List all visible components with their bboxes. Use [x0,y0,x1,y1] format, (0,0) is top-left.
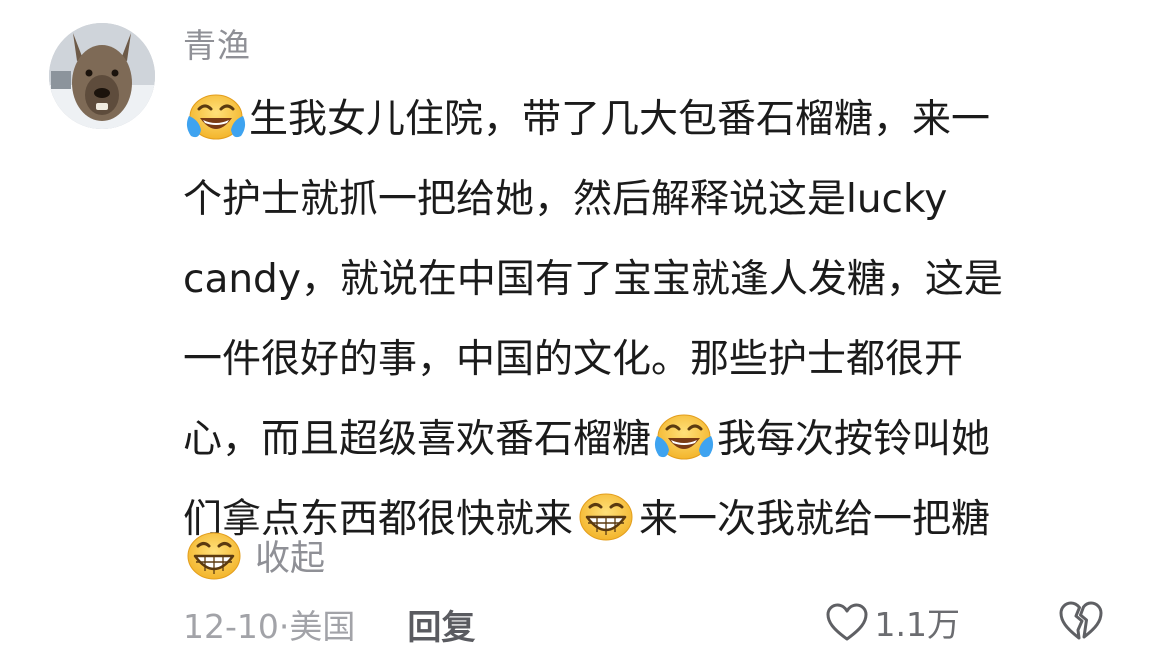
content-line: 一件很好的事，中国的文化。那些护士都很开 [183,320,1143,400]
content-text: 我每次按铃叫她 [717,417,991,462]
content-text: 心，而且超级喜欢番石榴糖 [183,417,652,462]
heart-outline-icon [826,603,868,641]
content-line: candy，就说在中国有了宝宝就逢人发糖，这是 [183,240,1143,320]
content-text: 来一次我就给一把糖 [639,497,991,542]
like-count: 1.1万 [874,605,960,644]
grinning-teeth-icon [575,490,637,542]
dislike-button[interactable] [1058,600,1104,646]
comment-location: 美国 [289,607,356,646]
username[interactable]: 青渔 [183,22,251,70]
comment-meta: 12-10·美国 [183,600,355,648]
tears-of-joy-icon [185,90,247,142]
collapse-row: 收起 [183,523,325,587]
kangaroo-avatar-image [49,23,155,129]
content-line: 心，而且超级喜欢番石榴糖 我每次按铃叫她 [183,400,1143,480]
like-button[interactable]: 1.1万 [825,598,960,646]
meta-separator: · [278,607,290,646]
comment-content: 生我女儿住院，带了几大包番石榴糖，来一 个护士就抓一把给她，然后解释说这是luc… [183,80,1143,560]
content-line: 个护士就抓一把给她，然后解释说这是lucky [183,160,1143,240]
broken-heart-icon [1059,601,1103,640]
comment-item: 青渔 生我女儿住院，带了几大包番石榴糖，来一 个护士就抓一把给她，然后解释说这是… [0,0,1170,655]
content-line: 们拿点东西都很快就来 来一次我就给一把糖 [183,480,1143,560]
content-text: 个护士就抓一把给她，然后解释说这是lucky [183,177,948,222]
tears-of-joy-icon [653,410,715,462]
content-text: candy，就说在中国有了宝宝就逢人发糖，这是 [183,257,1003,302]
content-text: 生我女儿住院，带了几大包番石榴糖，来一 [249,97,991,142]
avatar[interactable] [49,23,155,129]
comment-footer: 12-10·美国 回复 1.1万 [183,594,1130,654]
reply-button[interactable]: 回复 [407,600,475,649]
grinning-teeth-icon [183,529,245,581]
collapse-button[interactable]: 收起 [255,530,325,581]
comment-date: 12-10 [183,607,279,646]
content-text: 一件很好的事，中国的文化。那些护士都很开 [183,337,964,382]
content-line: 生我女儿住院，带了几大包番石榴糖，来一 [183,80,1143,160]
